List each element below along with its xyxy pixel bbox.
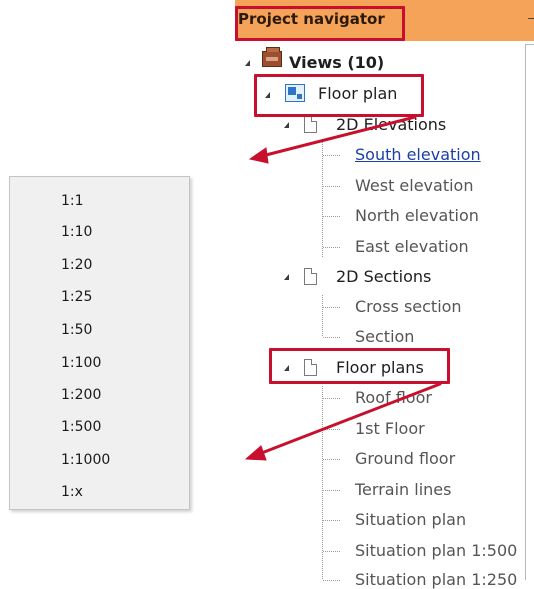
tree-connector: [323, 459, 341, 460]
tree-item-situation-plan-1-500[interactable]: Situation plan 1:500: [355, 541, 517, 560]
tree-item-2d-elevations[interactable]: 2D Elevations: [336, 115, 446, 134]
annotation-box-floor-plan: [254, 74, 424, 117]
sections-page-icon: [304, 268, 317, 285]
scale-option-1-20[interactable]: 1:20: [61, 253, 92, 277]
tree-item-east-elevation[interactable]: East elevation: [355, 237, 469, 256]
scale-option-1-1000[interactable]: 1:1000: [61, 448, 110, 472]
tree-connector: [323, 337, 341, 338]
tree-connector: [323, 186, 341, 187]
scale-option-1-1[interactable]: 1:1: [61, 189, 84, 213]
tree-item-north-elevation[interactable]: North elevation: [355, 206, 479, 225]
elevations-expander-icon[interactable]: [284, 122, 289, 128]
tree-connector: [323, 398, 341, 399]
tree-connector: [323, 247, 341, 248]
tree-connector: [323, 429, 341, 430]
tree-item-terrain-lines[interactable]: Terrain lines: [355, 480, 451, 499]
tree-connector: [323, 520, 341, 521]
tree-connector: [323, 155, 341, 156]
tree-item-south-elevation[interactable]: South elevation: [355, 145, 481, 164]
scale-option-1-500[interactable]: 1:500: [61, 415, 101, 439]
scale-dropdown-menu: 1:1 1:10 1:20 1:25 1:50 1:100 1:200 1:50…: [9, 176, 190, 510]
scale-option-1-200[interactable]: 1:200: [61, 383, 101, 407]
tree-border: [525, 44, 534, 45]
scale-option-1-100[interactable]: 1:100: [61, 351, 101, 375]
tree-item-views[interactable]: Views (10): [289, 53, 384, 72]
tree-connector: [323, 490, 341, 491]
views-folder-icon: [262, 47, 282, 67]
tree-connector: [323, 307, 341, 308]
annotation-box-floor-plans: [269, 348, 450, 384]
tree-item-cross-section[interactable]: Cross section: [355, 297, 462, 316]
views-expander-icon[interactable]: [245, 60, 250, 66]
tree-connector: [323, 551, 341, 552]
elevations-page-icon: [304, 116, 317, 133]
tree-connector: [323, 216, 341, 217]
tree-item-2d-sections[interactable]: 2D Sections: [336, 267, 431, 286]
tree-connector-elevations: [322, 142, 323, 258]
scale-option-1-10[interactable]: 1:10: [61, 220, 92, 244]
tree-item-roof-floor[interactable]: Roof floor: [355, 388, 432, 407]
tree-scroll-edge[interactable]: [525, 45, 526, 580]
pin-icon[interactable]: ⊣: [527, 12, 534, 27]
scale-option-1-25[interactable]: 1:25: [61, 285, 92, 309]
sections-expander-icon[interactable]: [284, 274, 289, 280]
tree-connector: [323, 580, 341, 581]
tree-item-situation-plan[interactable]: Situation plan: [355, 510, 466, 529]
scale-option-1-x[interactable]: 1:x: [61, 480, 83, 504]
annotation-box-title: [235, 6, 405, 41]
tree-item-west-elevation[interactable]: West elevation: [355, 176, 473, 195]
scale-option-1-50[interactable]: 1:50: [61, 318, 92, 342]
tree-item-section[interactable]: Section: [355, 327, 414, 346]
tree-item-ground-floor[interactable]: Ground floor: [355, 449, 455, 468]
tree-connector-sections: [322, 295, 323, 337]
tree-item-1st-floor[interactable]: 1st Floor: [355, 419, 425, 438]
